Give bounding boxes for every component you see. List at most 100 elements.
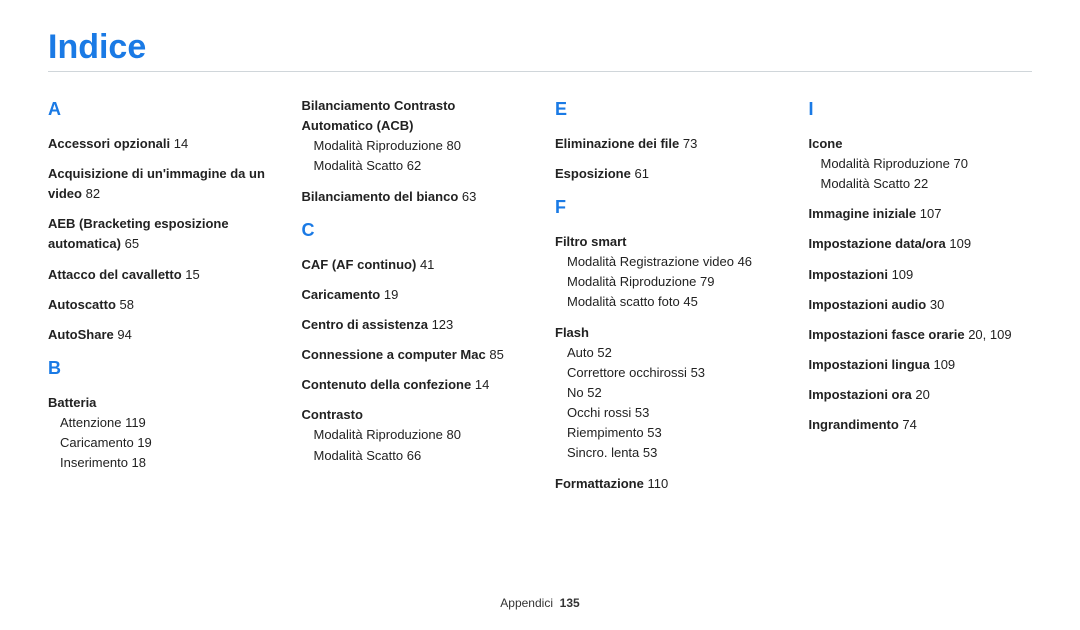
entry-sub[interactable]: Correttore occhirossi 53	[555, 363, 779, 383]
entry-page: 109	[949, 236, 971, 251]
index-entry[interactable]: Acquisizione di un'immagine da un video …	[48, 164, 272, 204]
entry-label: Bilanciamento del bianco	[302, 189, 459, 204]
entry-head: Bilanciamento del bianco 63	[302, 187, 526, 207]
index-entry[interactable]: AutoShare 94	[48, 325, 272, 345]
entry-sub[interactable]: Modalità Scatto 22	[809, 174, 1033, 194]
index-entry[interactable]: Bilanciamento Contrasto Automatico (ACB)…	[302, 96, 526, 177]
index-entry[interactable]: Impostazioni 109	[809, 265, 1033, 285]
index-entry[interactable]: Filtro smartModalità Registrazione video…	[555, 232, 779, 313]
sub-label: Modalità Riproduzione	[821, 156, 950, 171]
entry-sub[interactable]: Caricamento 19	[48, 433, 272, 453]
index-entry[interactable]: IconeModalità Riproduzione 70Modalità Sc…	[809, 134, 1033, 194]
entry-label: Ingrandimento	[809, 417, 899, 432]
entry-label: Impostazioni ora	[809, 387, 912, 402]
entry-label: Attacco del cavalletto	[48, 267, 182, 282]
entry-page: 110	[647, 476, 668, 491]
entry-sub[interactable]: Modalità Riproduzione 80	[302, 136, 526, 156]
index-entry[interactable]: Eliminazione dei file 73	[555, 134, 779, 154]
index-entry[interactable]: Impostazioni lingua 109	[809, 355, 1033, 375]
entry-sub[interactable]: Auto 52	[555, 343, 779, 363]
index-letter: B	[48, 355, 272, 383]
sub-label: Attenzione	[60, 415, 121, 430]
index-entry[interactable]: Caricamento 19	[302, 285, 526, 305]
entry-sub[interactable]: Riempimento 53	[555, 423, 779, 443]
sub-page: 53	[647, 425, 661, 440]
entry-sub[interactable]: Modalità Scatto 66	[302, 446, 526, 466]
entry-sub[interactable]: Modalità Riproduzione 70	[809, 154, 1033, 174]
sub-label: Modalità Registrazione video	[567, 254, 734, 269]
sub-page: 45	[683, 294, 697, 309]
index-entry[interactable]: AEB (Bracketing esposizione automatica) …	[48, 214, 272, 254]
index-entry[interactable]: Accessori opzionali 14	[48, 134, 272, 154]
entry-sub[interactable]: No 52	[555, 383, 779, 403]
entry-sub[interactable]: Attenzione 119	[48, 413, 272, 433]
index-entry[interactable]: FlashAuto 52Correttore occhirossi 53No 5…	[555, 323, 779, 464]
entry-head: AEB (Bracketing esposizione automatica) …	[48, 214, 272, 254]
entry-page: 20, 109	[968, 327, 1011, 342]
title-rule	[48, 71, 1032, 72]
index-entry[interactable]: Contenuto della confezione 14	[302, 375, 526, 395]
entry-sub[interactable]: Modalità Registrazione video 46	[555, 252, 779, 272]
index-entry[interactable]: Autoscatto 58	[48, 295, 272, 315]
index-entry[interactable]: Immagine iniziale 107	[809, 204, 1033, 224]
entry-head: Bilanciamento Contrasto Automatico (ACB)	[302, 96, 526, 136]
entry-label: Impostazione data/ora	[809, 236, 946, 251]
index-entry[interactable]: Impostazioni audio 30	[809, 295, 1033, 315]
entry-head: Impostazioni lingua 109	[809, 355, 1033, 375]
sub-page: 22	[914, 176, 928, 191]
entry-head: Formattazione 110	[555, 474, 779, 494]
sub-page: 53	[635, 405, 649, 420]
index-entry[interactable]: Centro di assistenza 123	[302, 315, 526, 335]
index-entry[interactable]: Impostazione data/ora 109	[809, 234, 1033, 254]
index-entry[interactable]: Attacco del cavalletto 15	[48, 265, 272, 285]
sub-page: 19	[137, 435, 151, 450]
entry-label: Caricamento	[302, 287, 381, 302]
index-entry[interactable]: BatteriaAttenzione 119Caricamento 19Inse…	[48, 393, 272, 474]
entry-label: Autoscatto	[48, 297, 116, 312]
sub-label: Modalità Riproduzione	[314, 427, 443, 442]
entry-sub[interactable]: Modalità Riproduzione 80	[302, 425, 526, 445]
entry-sub[interactable]: Modalità Scatto 62	[302, 156, 526, 176]
entry-sub[interactable]: Modalità scatto foto 45	[555, 292, 779, 312]
index-entry[interactable]: Esposizione 61	[555, 164, 779, 184]
index-letter: F	[555, 194, 779, 222]
entry-sub[interactable]: Occhi rossi 53	[555, 403, 779, 423]
sub-label: Riempimento	[567, 425, 644, 440]
entry-page: 94	[117, 327, 131, 342]
sub-page: 52	[587, 385, 601, 400]
index-column: AAccessori opzionali 14Acquisizione di u…	[48, 96, 272, 586]
entry-head: Immagine iniziale 107	[809, 204, 1033, 224]
sub-label: Caricamento	[60, 435, 134, 450]
entry-head: Impostazioni ora 20	[809, 385, 1033, 405]
entry-page: 65	[125, 236, 139, 251]
index-entry[interactable]: CAF (AF continuo) 41	[302, 255, 526, 275]
index-entry[interactable]: Bilanciamento del bianco 63	[302, 187, 526, 207]
entry-page: 14	[174, 136, 188, 151]
entry-sub[interactable]: Modalità Riproduzione 79	[555, 272, 779, 292]
index-entry[interactable]: Connessione a computer Mac 85	[302, 345, 526, 365]
sub-label: Inserimento	[60, 455, 128, 470]
index-entry[interactable]: Formattazione 110	[555, 474, 779, 494]
entry-label: Impostazioni fasce orarie	[809, 327, 965, 342]
sub-page: 62	[407, 158, 421, 173]
footer-section: Appendici	[500, 596, 553, 610]
entry-label: Impostazioni	[809, 267, 888, 282]
entry-sub[interactable]: Inserimento 18	[48, 453, 272, 473]
sub-page: 79	[700, 274, 714, 289]
entry-head: Accessori opzionali 14	[48, 134, 272, 154]
entry-page: 15	[185, 267, 199, 282]
entry-label: Connessione a computer Mac	[302, 347, 486, 362]
index-column: EEliminazione dei file 73Esposizione 61F…	[555, 96, 779, 586]
entry-head: Flash	[555, 323, 779, 343]
sub-label: Modalità Riproduzione	[314, 138, 443, 153]
index-entry[interactable]: Impostazioni ora 20	[809, 385, 1033, 405]
index-entry[interactable]: Ingrandimento 74	[809, 415, 1033, 435]
entry-head: Impostazioni 109	[809, 265, 1033, 285]
entry-sub[interactable]: Sincro. lenta 53	[555, 443, 779, 463]
entry-head: Contrasto	[302, 405, 526, 425]
index-entry[interactable]: Impostazioni fasce orarie 20, 109	[809, 325, 1033, 345]
index-entry[interactable]: ContrastoModalità Riproduzione 80Modalit…	[302, 405, 526, 465]
entry-page: 109	[933, 357, 955, 372]
index-letter: C	[302, 217, 526, 245]
entry-head: Centro di assistenza 123	[302, 315, 526, 335]
